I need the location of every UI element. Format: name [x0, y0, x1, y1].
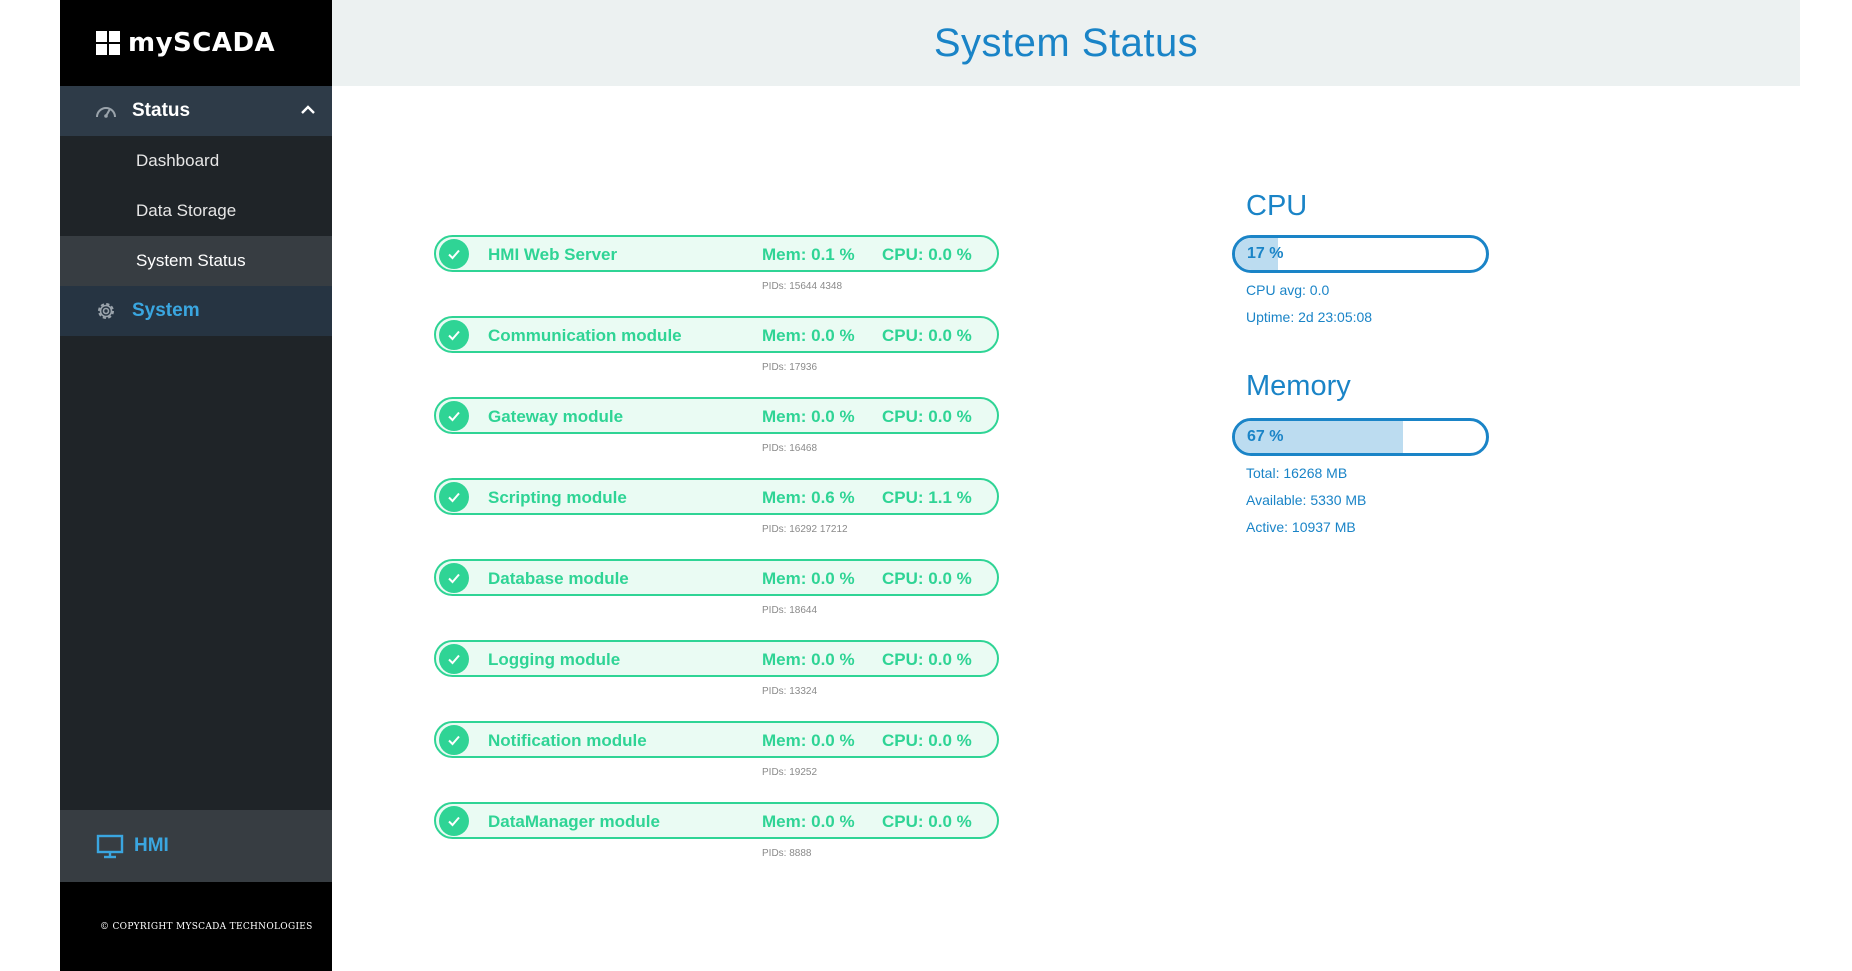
memory-usage-bar: 67 %	[1232, 418, 1489, 456]
cpu-usage-bar: 17 %	[1232, 235, 1489, 273]
module-name: Communication module	[488, 326, 682, 345]
module-pids: PIDs: 13324	[762, 686, 818, 697]
gauge-icon	[96, 107, 116, 118]
page-title: System Status	[933, 20, 1199, 65]
module-cpu: CPU: 1.1 %	[882, 488, 972, 507]
module-mem: Mem: 0.0 %	[762, 812, 855, 831]
module-cpu: CPU: 0.0 %	[882, 569, 972, 588]
module-row: Communication module Mem: 0.0 % CPU: 0.0 %	[434, 316, 999, 353]
module-mem: Mem: 0.0 %	[762, 731, 855, 750]
sidebar-item-data-storage[interactable]: Data Storage	[60, 186, 332, 236]
module-pids: PIDs: 16468	[762, 443, 818, 454]
module-name: Gateway module	[488, 407, 624, 426]
gear-icon	[98, 303, 114, 319]
module-cpu: CPU: 0.0 %	[882, 650, 972, 669]
chevron-up-icon[interactable]	[298, 100, 318, 120]
module-mem: Mem: 0.0 %	[762, 407, 855, 426]
cpu-title: CPU	[1246, 190, 1308, 222]
sidebar-item-hmi-label: HMI	[134, 835, 169, 856]
check-circle-icon	[439, 482, 469, 512]
sidebar-item-data-storage-label: Data Storage	[136, 201, 237, 220]
module-row: Logging module Mem: 0.0 % CPU: 0.0 %	[434, 640, 999, 677]
module-row: Database module Mem: 0.0 % CPU: 0.0 %	[434, 559, 999, 596]
module-row: Scripting module Mem: 0.6 % CPU: 1.1 %	[434, 478, 999, 515]
module-pids: PIDs: 8888	[762, 848, 812, 859]
monitor-icon	[96, 834, 124, 859]
module-row: HMI Web Server Mem: 0.1 % CPU: 0.0 %	[434, 235, 999, 272]
sidebar-item-dashboard-label: Dashboard	[136, 151, 220, 170]
memory-total: Total: 16268 MB	[1246, 465, 1348, 481]
cpu-usage-value: 17 %	[1247, 245, 1284, 262]
module-pids: PIDs: 19252	[762, 767, 818, 778]
module-name: DataManager module	[488, 812, 660, 831]
check-circle-icon	[439, 401, 469, 431]
memory-usage-value: 67 %	[1247, 428, 1284, 445]
check-circle-icon	[439, 806, 469, 836]
module-pids: PIDs: 17936	[762, 362, 818, 373]
copyright-footer: © COPYRIGHT MYSCADA TECHNOLOGIES	[60, 882, 332, 971]
check-circle-icon	[439, 563, 469, 593]
module-name: Notification module	[488, 731, 647, 750]
sidebar-item-dashboard[interactable]: Dashboard	[60, 136, 332, 186]
module-pids: PIDs: 18644	[762, 605, 818, 616]
uptime: Uptime: 2d 23:05:08	[1246, 309, 1373, 325]
module-name: Logging module	[488, 650, 621, 669]
sidebar-item-system[interactable]: System	[60, 286, 332, 336]
sidebar-item-status-label: Status	[132, 100, 191, 121]
memory-active: Active: 10937 MB	[1246, 519, 1356, 535]
module-cpu: CPU: 0.0 %	[882, 731, 972, 750]
sidebar-item-system-status-label: System Status	[136, 251, 246, 270]
module-cpu: CPU: 0.0 %	[882, 407, 972, 426]
check-circle-icon	[439, 320, 469, 350]
sidebar-item-status[interactable]: Status	[60, 86, 332, 136]
sidebar-item-system-label: System	[132, 300, 200, 321]
check-circle-icon	[439, 239, 469, 269]
check-circle-icon	[439, 644, 469, 674]
module-mem: Mem: 0.6 %	[762, 488, 855, 507]
module-cpu: CPU: 0.0 %	[882, 245, 972, 264]
module-row: Notification module Mem: 0.0 % CPU: 0.0 %	[434, 721, 999, 758]
myscada-logo-icon	[96, 31, 120, 55]
module-mem: Mem: 0.0 %	[762, 569, 855, 588]
module-mem: Mem: 0.1 %	[762, 245, 855, 264]
memory-title: Memory	[1246, 370, 1351, 402]
sidebar-item-hmi[interactable]: HMI	[60, 810, 332, 882]
module-row: DataManager module Mem: 0.0 % CPU: 0.0 %	[434, 802, 999, 839]
module-pids: PIDs: 16292 17212	[762, 524, 848, 535]
module-mem: Mem: 0.0 %	[762, 326, 855, 345]
sidebar-item-system-status[interactable]: System Status	[60, 236, 332, 286]
cpu-avg: CPU avg: 0.0	[1246, 282, 1330, 298]
brand-name: mySCADA	[128, 28, 276, 58]
module-cpu: CPU: 0.0 %	[882, 326, 972, 345]
module-pids: PIDs: 15644 4348	[762, 281, 843, 292]
module-mem: Mem: 0.0 %	[762, 650, 855, 669]
check-circle-icon	[439, 725, 469, 755]
module-name: Scripting module	[488, 488, 627, 507]
brand[interactable]: mySCADA	[60, 0, 332, 86]
page-header: System Status	[332, 0, 1800, 86]
sidebar: mySCADA Status Dashboard Data Storage Sy…	[60, 0, 332, 971]
module-name: HMI Web Server	[488, 245, 618, 264]
module-name: Database module	[488, 569, 629, 588]
memory-available: Available: 5330 MB	[1246, 492, 1367, 508]
module-row: Gateway module Mem: 0.0 % CPU: 0.0 %	[434, 397, 999, 434]
module-cpu: CPU: 0.0 %	[882, 812, 972, 831]
